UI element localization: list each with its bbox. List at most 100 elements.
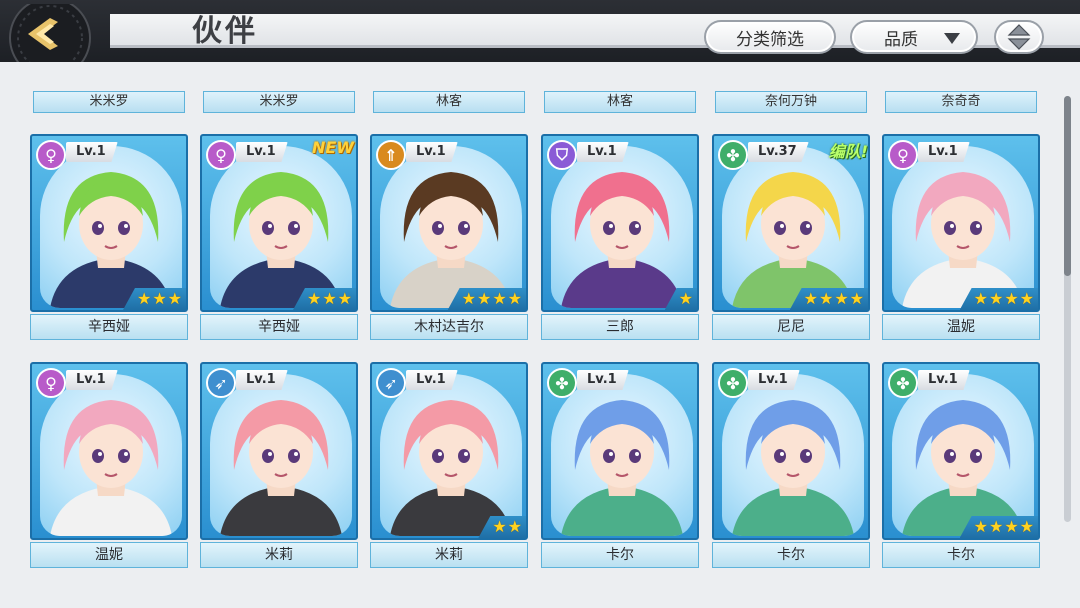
- star-icon: ★: [849, 289, 864, 308]
- partner-name: 尼尼: [712, 314, 870, 340]
- partner-card[interactable]: ✤ Lv.1 ★ ★ ★ ★ 卡尔: [882, 362, 1040, 572]
- scrollbar[interactable]: [1064, 96, 1071, 522]
- level-tag: Lv.1: [918, 142, 970, 162]
- character-portrait: [220, 400, 342, 536]
- character-portrait: [732, 172, 854, 308]
- partner-card[interactable]: ⇑ Lv.1 ★ ★ ★ ★ 木村达吉尔: [370, 134, 528, 344]
- star-icon: ★: [476, 289, 492, 308]
- partner-name-bar-top[interactable]: 米米罗: [203, 91, 355, 113]
- clover-class-icon: ✤: [718, 140, 748, 170]
- star-icon: ★: [988, 289, 1004, 308]
- psychic-class-icon: ♀: [206, 140, 236, 170]
- partner-card[interactable]: ♀ Lv.1 NEW ★ ★ ★ 辛西娅: [200, 134, 358, 344]
- partner-card[interactable]: ✤ Lv.1 卡尔: [541, 362, 699, 572]
- partner-name: 米莉: [370, 542, 528, 568]
- star-icon: ★: [834, 289, 849, 308]
- shield-class-icon: ⛉: [547, 140, 577, 170]
- star-rating: ★ ★ ★ ★: [789, 288, 868, 310]
- portrait-frame: [551, 146, 693, 308]
- star-rating: ★ ★ ★ ★: [959, 516, 1038, 538]
- partner-card[interactable]: ♀ Lv.1 温妮: [30, 362, 188, 572]
- category-filter-label: 分类筛选: [736, 29, 804, 50]
- portrait-frame: [892, 146, 1034, 308]
- level-tag: Lv.37: [748, 142, 809, 162]
- category-filter-button[interactable]: 分类筛选: [704, 20, 836, 54]
- character-portrait: [390, 400, 512, 536]
- psychic-class-icon: ♀: [36, 140, 66, 170]
- portrait-frame: [210, 146, 352, 308]
- partner-name: 三郎: [541, 314, 699, 340]
- portrait-frame: [722, 146, 864, 308]
- level-tag: Lv.1: [918, 370, 970, 390]
- character-portrait: [390, 172, 512, 308]
- quality-label: 品质: [884, 29, 918, 50]
- partner-card[interactable]: ➶ Lv.1 ★ ★ 米莉: [370, 362, 528, 572]
- partner-name-bar-top[interactable]: 米米罗: [33, 91, 185, 113]
- card-frame: ⇑ Lv.1 ★ ★ ★ ★: [370, 134, 528, 312]
- partner-card[interactable]: ✤ Lv.37 编队! ★ ★ ★ ★ 尼尼: [712, 134, 870, 344]
- character-portrait: [732, 400, 854, 536]
- level-tag: Lv.1: [236, 370, 288, 390]
- character-portrait: [220, 172, 342, 308]
- star-icon: ★: [1019, 517, 1034, 536]
- star-icon: ★: [507, 289, 522, 308]
- star-icon: ★: [337, 289, 352, 308]
- card-frame: ♀ Lv.1 ★ ★ ★ ★: [882, 134, 1040, 312]
- portrait-frame: [551, 374, 693, 536]
- level-tag: Lv.1: [406, 142, 458, 162]
- partner-name-bar-top[interactable]: 林客: [544, 91, 696, 113]
- star-icon: ★: [973, 517, 988, 536]
- character-portrait: [50, 172, 172, 308]
- partner-card[interactable]: ⛉ Lv.1 ★ 三郎: [541, 134, 699, 344]
- back-button[interactable]: [6, 0, 102, 79]
- star-icon: ★: [461, 289, 476, 308]
- portrait-frame: [380, 146, 522, 308]
- psychic-class-icon: ♀: [888, 140, 918, 170]
- chevron-down-icon: [944, 33, 960, 44]
- quality-dropdown[interactable]: 品质: [850, 20, 978, 54]
- partner-card[interactable]: ✤ Lv.1 卡尔: [712, 362, 870, 572]
- character-portrait: [902, 400, 1024, 536]
- portrait-frame: [40, 374, 182, 536]
- partner-name: 温妮: [882, 314, 1040, 340]
- card-frame: ➶ Lv.1 ★ ★: [370, 362, 528, 540]
- level-tag: Lv.1: [577, 370, 629, 390]
- psychic-class-icon: ♀: [36, 368, 66, 398]
- portrait-frame: [892, 374, 1034, 536]
- partner-card[interactable]: ♀ Lv.1 ★ ★ ★ ★ 温妮: [882, 134, 1040, 344]
- partner-name-bar-top[interactable]: 奈奇奇: [885, 91, 1037, 113]
- partner-name: 木村达吉尔: [370, 314, 528, 340]
- partner-name-bar-top[interactable]: 林客: [373, 91, 525, 113]
- attack-class-icon: ⇑: [376, 140, 406, 170]
- star-icon: ★: [492, 517, 507, 536]
- star-icon: ★: [818, 289, 834, 308]
- star-rating: ★ ★ ★ ★: [447, 288, 526, 310]
- partner-name: 温妮: [30, 542, 188, 568]
- card-frame: ✤ Lv.1: [712, 362, 870, 540]
- new-badge: NEW: [312, 138, 354, 157]
- star-icon: ★: [306, 289, 322, 308]
- partner-name: 米莉: [200, 542, 358, 568]
- scrollbar-thumb[interactable]: [1064, 96, 1071, 276]
- partner-name-bar-top[interactable]: 奈何万钟: [715, 91, 867, 113]
- star-icon: ★: [988, 517, 1004, 536]
- bow-class-icon: ➶: [206, 368, 236, 398]
- partner-card[interactable]: ♀ Lv.1 ★ ★ ★ 辛西娅: [30, 134, 188, 344]
- partner-card[interactable]: ➶ Lv.1 米莉: [200, 362, 358, 572]
- star-rating: ★ ★ ★ ★: [959, 288, 1038, 310]
- star-icon: ★: [973, 289, 988, 308]
- partner-name: 卡尔: [712, 542, 870, 568]
- level-tag: Lv.1: [66, 370, 118, 390]
- card-frame: ♀ Lv.1 NEW ★ ★ ★: [200, 134, 358, 312]
- partner-name: 卡尔: [882, 542, 1040, 568]
- level-tag: Lv.1: [66, 142, 118, 162]
- partner-name: 辛西娅: [200, 314, 358, 340]
- portrait-frame: [380, 374, 522, 536]
- star-icon: ★: [803, 289, 818, 308]
- star-icon: ★: [492, 289, 507, 308]
- level-tag: Lv.1: [577, 142, 629, 162]
- clover-class-icon: ✤: [718, 368, 748, 398]
- sort-order-button[interactable]: [994, 20, 1044, 54]
- clover-class-icon: ✤: [547, 368, 577, 398]
- star-icon: ★: [152, 289, 167, 308]
